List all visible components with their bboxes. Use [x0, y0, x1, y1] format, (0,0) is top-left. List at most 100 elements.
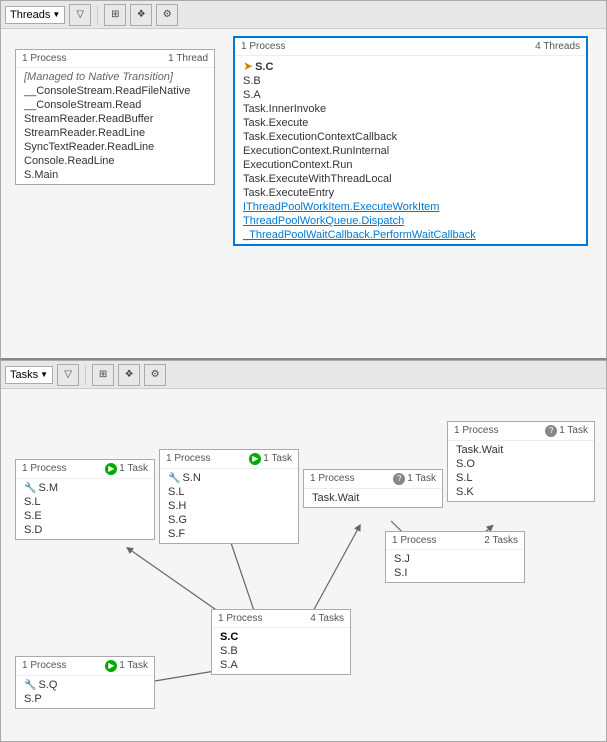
sep1 [97, 5, 98, 25]
search-btn[interactable]: ⚙ [156, 4, 178, 26]
arrow-icon: ➤ [243, 59, 253, 73]
tasks-columns-btn[interactable]: ❖ [118, 364, 140, 386]
card-sq-process: 1 Process [22, 660, 66, 672]
group-btn[interactable]: ⊞ [104, 4, 126, 26]
card-tw-small-body: Task.Wait [304, 489, 442, 507]
columns-btn[interactable]: ❖ [130, 4, 152, 26]
threads-panel: Threads ▼ ▽ ⊞ ❖ ⚙ 1 Process 1 Thread [Ma… [0, 0, 607, 360]
green-dot-icon-sn: ▶ [249, 453, 261, 465]
card-sc-bottom-tasks: 4 Tasks [310, 613, 344, 624]
row-sa-bottom: S.A [212, 658, 350, 672]
tasks-group-btn[interactable]: ⊞ [92, 364, 114, 386]
row-sf: S.F [160, 527, 298, 541]
threads-toolbar: Threads ▼ ▽ ⊞ ❖ ⚙ [1, 1, 606, 29]
row-sq: 🔧S.Q [16, 678, 154, 692]
card2-process: 1 Process [241, 41, 285, 52]
card-sc-bottom-process: 1 Process [218, 613, 262, 624]
card1-process: 1 Process [22, 53, 66, 64]
card-sm-body: 🔧S.M S.L S.E S.D [16, 479, 154, 539]
card-sm-header: 1 Process ▶1 Task [16, 460, 154, 479]
row-runinternal: ExecutionContext.RunInternal [235, 144, 586, 158]
thread-card-1: 1 Process 1 Thread [Managed to Native Tr… [15, 49, 215, 185]
green-dot-icon-sq: ▶ [105, 660, 117, 672]
row-smain: S.Main [16, 168, 214, 182]
row-taskwait-small: Task.Wait [304, 491, 442, 505]
row-execcontext-cb: Task.ExecutionContextCallback [235, 130, 586, 144]
row-sd: S.D [16, 523, 154, 537]
card-sq-header: 1 Process ▶1 Task [16, 657, 154, 676]
tasks-toolbar: Tasks ▼ ▽ ⊞ ❖ ⚙ [1, 361, 606, 389]
card-tw-large-body: Task.Wait S.O S.L S.K [448, 441, 594, 501]
row-syncreadline: SyncTextReader.ReadLine [16, 140, 214, 154]
card-sji-header: 1 Process 2 Tasks [386, 532, 524, 550]
card1-thread: 1 Thread [168, 53, 208, 64]
card-sn-task-icon: ▶1 Task [249, 453, 292, 465]
row-sg: S.G [160, 513, 298, 527]
task-card-sji: 1 Process 2 Tasks S.J S.I [385, 531, 525, 583]
task-card-sm: 1 Process ▶1 Task 🔧S.M S.L S.E S.D [15, 459, 155, 540]
row-workitem: IThreadPoolWorkItem.ExecuteWorkItem [235, 200, 586, 214]
card-sn-header: 1 Process ▶1 Task [160, 450, 298, 469]
row-sb-bottom: S.B [212, 644, 350, 658]
card-sc-bottom-body: S.C S.B S.A [212, 628, 350, 674]
tasks-dropdown[interactable]: Tasks ▼ [5, 366, 53, 384]
row-sp: S.P [16, 692, 154, 706]
card-sji-body: S.J S.I [386, 550, 524, 582]
row-entry: Task.ExecuteEntry [235, 186, 586, 200]
row-innerinvoke: Task.InnerInvoke [235, 102, 586, 116]
card1-header: 1 Process 1 Thread [16, 50, 214, 68]
row-sc: ➤S.C [235, 58, 586, 74]
tasks-panel: Tasks ▼ ▽ ⊞ ❖ ⚙ 1 Process [0, 360, 607, 742]
card-sm-task-icon: ▶1 Task [105, 463, 148, 475]
question-icon-tw: ? [393, 473, 405, 485]
threads-dropdown[interactable]: Threads ▼ [5, 6, 65, 24]
tasks-search-btn[interactable]: ⚙ [144, 364, 166, 386]
task-card-sq: 1 Process ▶1 Task 🔧S.Q S.P [15, 656, 155, 709]
row-waitcallback: _ThreadPoolWaitCallback.PerformWaitCallb… [235, 228, 586, 242]
row-se: S.E [16, 509, 154, 523]
row-sc-bottom: S.C [212, 630, 350, 644]
row-execute: Task.Execute [235, 116, 586, 130]
row-sa: S.A [235, 88, 586, 102]
card-sji-process: 1 Process [392, 535, 436, 546]
wrench-icon-sq: 🔧 [24, 680, 36, 691]
wrench-icon-sn: 🔧 [168, 473, 180, 484]
filter-btn[interactable]: ▽ [69, 4, 91, 26]
card-tw-small-header: 1 Process ?1 Task [304, 470, 442, 489]
card-sm-process: 1 Process [22, 463, 66, 475]
row-managed: [Managed to Native Transition] [16, 70, 214, 84]
row-sl-sm: S.L [16, 495, 154, 509]
card2-header: 1 Process 4 Threads [235, 38, 586, 56]
card-sq-task-icon: ▶1 Task [105, 660, 148, 672]
chevron-down-icon: ▼ [52, 10, 60, 19]
card-tw-large-header: 1 Process ?1 Task [448, 422, 594, 441]
row-taskwait-large: Task.Wait [448, 443, 594, 457]
wrench-icon-sm: 🔧 [24, 483, 36, 494]
row-run: ExecutionContext.Run [235, 158, 586, 172]
card-sn-body: 🔧S.N S.L S.H S.G S.F [160, 469, 298, 543]
card-tw-small-task-icon: ?1 Task [393, 473, 436, 485]
card-tw-large-process: 1 Process [454, 425, 498, 437]
tasks-filter-btn[interactable]: ▽ [57, 364, 79, 386]
row-dispatch: ThreadPoolWorkQueue.Dispatch [235, 214, 586, 228]
card-sn-process: 1 Process [166, 453, 210, 465]
card1-body: [Managed to Native Transition] __Console… [16, 68, 214, 184]
row-sk: S.K [448, 485, 594, 499]
card-sq-body: 🔧S.Q S.P [16, 676, 154, 708]
card-sji-tasks: 2 Tasks [484, 535, 518, 546]
thread-card-2: 1 Process 4 Threads ➤S.C S.B S.A Task.In… [233, 36, 588, 246]
threads-dropdown-label: Threads [10, 9, 50, 21]
task-card-taskwait-large: 1 Process ?1 Task Task.Wait S.O S.L S.K [447, 421, 595, 502]
question-icon-tw-large: ? [545, 425, 557, 437]
sep2 [85, 365, 86, 385]
row-sl-tw: S.L [448, 471, 594, 485]
card2-threads: 4 Threads [535, 41, 580, 52]
row-consolereadline: Console.ReadLine [16, 154, 214, 168]
task-card-sc-bottom: 1 Process 4 Tasks S.C S.B S.A [211, 609, 351, 675]
row-sj: S.J [386, 552, 524, 566]
green-dot-icon: ▶ [105, 463, 117, 475]
row-sb: S.B [235, 74, 586, 88]
tasks-dropdown-label: Tasks [10, 369, 38, 381]
row-readline1: StreamReader.ReadLine [16, 126, 214, 140]
task-card-taskwait-small: 1 Process ?1 Task Task.Wait [303, 469, 443, 508]
